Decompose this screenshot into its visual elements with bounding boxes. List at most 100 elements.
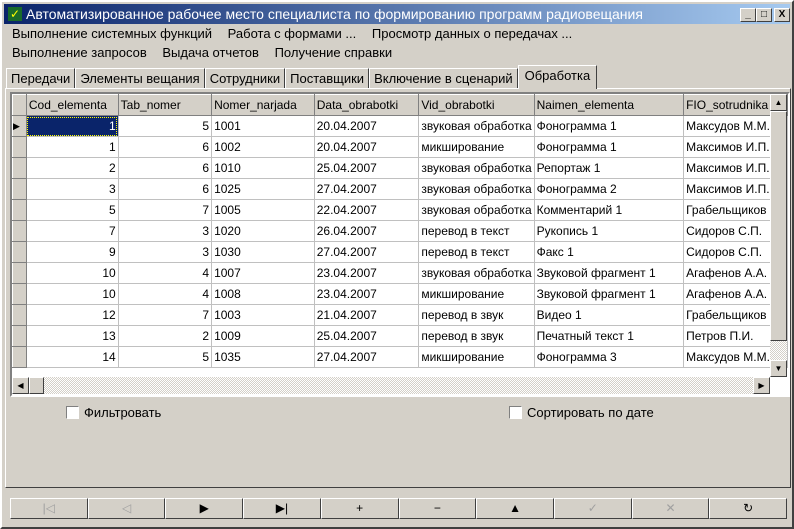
tab-suppliers[interactable]: Поставщики: [285, 68, 370, 89]
cell-naimen-elementa[interactable]: Репортаж 1: [534, 157, 685, 179]
menu-reports[interactable]: Выдача отчетов: [162, 45, 259, 60]
filter-checkbox[interactable]: Фильтровать: [66, 405, 161, 420]
cell-data-obrabotki[interactable]: 23.04.2007: [314, 283, 420, 305]
nav-next-button[interactable]: ▶: [165, 498, 244, 519]
cell-tab-nomer[interactable]: 3: [118, 241, 213, 263]
cell-nomer-narjada[interactable]: 1025: [211, 178, 315, 200]
nav-edit-button[interactable]: ▲: [476, 498, 554, 519]
table-row[interactable]: 12 7 1003 21.04.2007 перевод в звук Видео 1 Гр…: [12, 304, 788, 326]
cell-tab-nomer[interactable]: 6: [118, 178, 213, 200]
column-header-cod-elementa[interactable]: Cod_elementa: [25, 94, 119, 116]
cell-naimen-elementa[interactable]: Фонограмма 1: [534, 136, 685, 158]
cell-tab-nomer[interactable]: 7: [118, 199, 213, 221]
scroll-down-button[interactable]: ▼: [770, 360, 787, 377]
filter-checkbox-box[interactable]: [66, 406, 79, 419]
row-indicator[interactable]: [12, 325, 27, 347]
menu-system-functions[interactable]: Выполнение системных функций: [12, 26, 212, 41]
cell-nomer-narjada[interactable]: 1003: [211, 304, 315, 326]
cell-naimen-elementa[interactable]: Фонограмма 2: [534, 178, 685, 200]
column-header-vid-obrabotki[interactable]: Vid_obrabotki: [418, 94, 535, 116]
tab-employees[interactable]: Сотрудники: [204, 68, 286, 89]
cell-cod-elementa[interactable]: 1: [26, 136, 119, 158]
cell-vid-obrabotki[interactable]: перевод в текст: [418, 220, 535, 242]
cell-naimen-elementa[interactable]: Рукопись 1: [534, 220, 685, 242]
cell-naimen-elementa[interactable]: Печатный текст 1: [534, 325, 685, 347]
row-indicator[interactable]: [12, 136, 27, 158]
scroll-left-button[interactable]: ◀: [12, 377, 29, 394]
cell-naimen-elementa[interactable]: Факс 1: [534, 241, 685, 263]
horizontal-scrollbar[interactable]: ◀ ▶: [12, 377, 770, 394]
scroll-up-button[interactable]: ▲: [770, 94, 787, 111]
cell-naimen-elementa[interactable]: Фонограмма 1: [534, 115, 685, 137]
vertical-scrollbar[interactable]: ▲ ▼: [770, 94, 787, 377]
cell-cod-elementa[interactable]: 10: [26, 262, 119, 284]
table-row[interactable]: 10 4 1008 23.04.2007 микширование Звуковой фр…: [12, 283, 788, 305]
cell-naimen-elementa[interactable]: Звуковой фрагмент 1: [534, 283, 685, 305]
row-indicator[interactable]: [12, 199, 27, 221]
cell-data-obrabotki[interactable]: 23.04.2007: [314, 262, 420, 284]
cell-nomer-narjada[interactable]: 1001: [211, 115, 315, 137]
tab-processing[interactable]: Обработка: [517, 65, 598, 89]
cell-naimen-elementa[interactable]: Комментарий 1: [534, 199, 685, 221]
cell-data-obrabotki[interactable]: 21.04.2007: [314, 304, 420, 326]
row-indicator[interactable]: ▶: [12, 115, 27, 137]
minimize-button[interactable]: _: [740, 8, 756, 22]
cell-nomer-narjada[interactable]: 1007: [211, 262, 315, 284]
cell-data-obrabotki[interactable]: 27.04.2007: [314, 178, 420, 200]
table-row[interactable]: 9 3 1030 27.04.2007 перевод в текст Факс 1 Сид…: [12, 241, 788, 263]
tab-broadcasts[interactable]: Передачи: [6, 68, 76, 89]
cell-cod-elementa[interactable]: 3: [26, 178, 119, 200]
cell-vid-obrabotki[interactable]: перевод в звук: [418, 325, 535, 347]
cell-data-obrabotki[interactable]: 20.04.2007: [314, 115, 420, 137]
cell-tab-nomer[interactable]: 6: [118, 136, 213, 158]
cell-vid-obrabotki[interactable]: звуковая обработка: [418, 262, 535, 284]
nav-cancel-button[interactable]: ✕: [631, 498, 710, 519]
cell-cod-elementa[interactable]: 9: [26, 241, 119, 263]
cell-tab-nomer[interactable]: 4: [118, 283, 213, 305]
cell-tab-nomer[interactable]: 7: [118, 304, 213, 326]
nav-delete-button[interactable]: −: [398, 498, 477, 519]
cell-tab-nomer[interactable]: 3: [118, 220, 213, 242]
row-indicator[interactable]: [12, 346, 27, 368]
nav-first-button[interactable]: |◁: [10, 498, 88, 519]
row-indicator[interactable]: [12, 241, 27, 263]
cell-naimen-elementa[interactable]: Видео 1: [534, 304, 685, 326]
cell-vid-obrabotki[interactable]: микширование: [418, 136, 535, 158]
cell-cod-elementa[interactable]: 2: [26, 157, 119, 179]
cell-vid-obrabotki[interactable]: микширование: [418, 346, 535, 368]
cell-vid-obrabotki[interactable]: звуковая обработка: [418, 199, 535, 221]
cell-tab-nomer[interactable]: 5: [118, 115, 213, 137]
nav-last-button[interactable]: ▶|: [243, 498, 321, 519]
row-indicator[interactable]: [12, 304, 27, 326]
table-row[interactable]: 1 6 1002 20.04.2007 микширование Фонограмма 1…: [12, 136, 788, 158]
cell-tab-nomer[interactable]: 5: [118, 346, 213, 368]
cell-nomer-narjada[interactable]: 1002: [211, 136, 315, 158]
row-indicator[interactable]: [12, 283, 27, 305]
table-row[interactable]: 14 5 1035 27.04.2007 микширование Фонограмма …: [12, 346, 788, 368]
table-row[interactable]: ▶ 1 5 1001 20.04.2007 звуковая обработка Фоног…: [12, 115, 788, 137]
cell-cod-elementa[interactable]: 7: [26, 220, 119, 242]
tab-broadcast-elements[interactable]: Элементы вещания: [75, 68, 205, 89]
cell-data-obrabotki[interactable]: 27.04.2007: [314, 241, 420, 263]
cell-cod-elementa[interactable]: 14: [26, 346, 119, 368]
table-row[interactable]: 13 2 1009 25.04.2007 перевод в звук Печатный …: [12, 325, 788, 347]
cell-vid-obrabotki[interactable]: микширование: [418, 283, 535, 305]
sort-by-date-checkbox-box[interactable]: [509, 406, 522, 419]
cell-naimen-elementa[interactable]: Звуковой фрагмент 1: [534, 262, 685, 284]
cell-cod-elementa[interactable]: 5: [26, 199, 119, 221]
row-indicator[interactable]: [12, 178, 27, 200]
cell-vid-obrabotki[interactable]: перевод в текст: [418, 241, 535, 263]
cell-tab-nomer[interactable]: 6: [118, 157, 213, 179]
cell-vid-obrabotki[interactable]: звуковая обработка: [418, 115, 535, 137]
menu-queries[interactable]: Выполнение запросов: [12, 45, 147, 60]
maximize-button[interactable]: □: [756, 8, 772, 22]
menu-forms[interactable]: Работа с формами ...: [228, 26, 357, 41]
cell-data-obrabotki[interactable]: 26.04.2007: [314, 220, 420, 242]
cell-vid-obrabotki[interactable]: звуковая обработка: [418, 157, 535, 179]
cell-tab-nomer[interactable]: 2: [118, 325, 213, 347]
row-indicator[interactable]: [12, 220, 27, 242]
cell-nomer-narjada[interactable]: 1008: [211, 283, 315, 305]
cell-nomer-narjada[interactable]: 1010: [211, 157, 315, 179]
cell-nomer-narjada[interactable]: 1020: [211, 220, 315, 242]
cell-tab-nomer[interactable]: 4: [118, 262, 213, 284]
